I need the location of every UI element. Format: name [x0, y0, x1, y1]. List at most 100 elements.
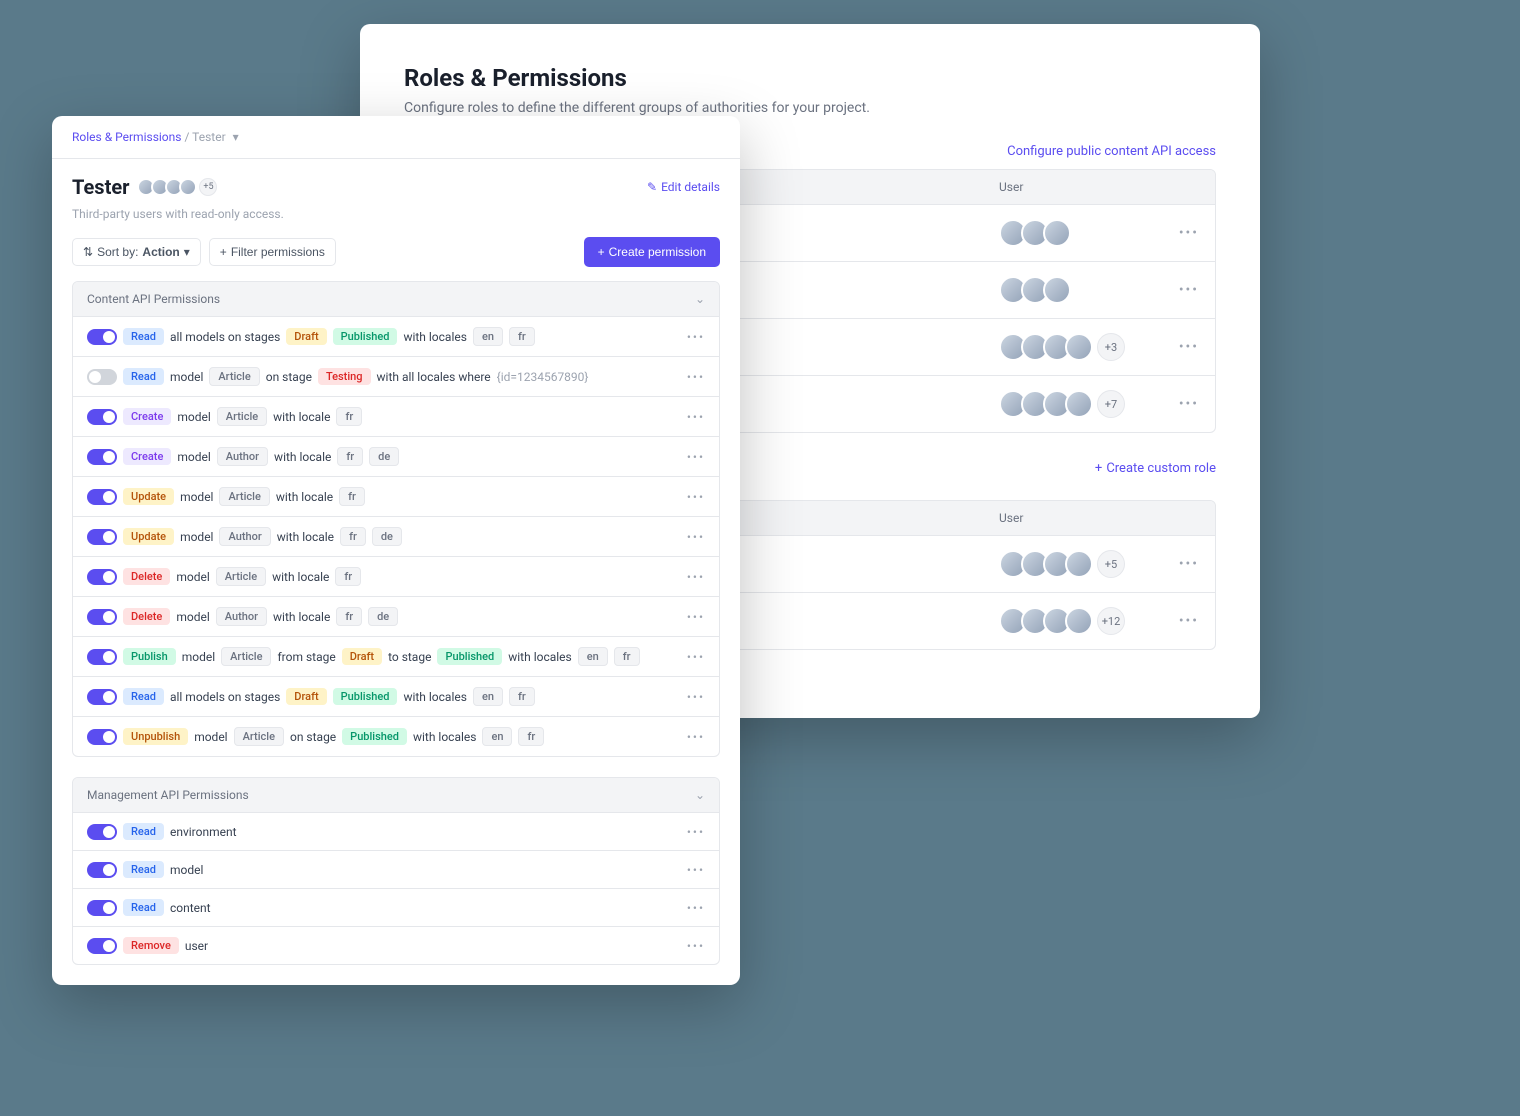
locale-tag: fr: [335, 567, 361, 586]
plus-icon: [1095, 461, 1106, 476]
locale-tag: fr: [340, 527, 366, 546]
row-menu-button[interactable]: •••: [687, 650, 705, 664]
row-menu-button[interactable]: •••: [687, 570, 705, 584]
stage-tag: Draft: [342, 648, 382, 665]
row-menu-button[interactable]: •••: [687, 730, 705, 744]
action-tag: Create: [123, 408, 171, 425]
permission-toggle[interactable]: [87, 449, 117, 465]
avatar-overflow-count: +7: [1097, 390, 1125, 418]
locale-tag: de: [368, 607, 398, 626]
permission-toggle[interactable]: [87, 489, 117, 505]
role-description: Third-party users with read-only access.: [52, 207, 740, 237]
row-menu-button[interactable]: •••: [687, 863, 705, 877]
permission-toggle[interactable]: [87, 609, 117, 625]
permission-toggle[interactable]: [87, 369, 117, 385]
row-menu-button[interactable]: •••: [687, 490, 705, 504]
sort-button[interactable]: ⇅ Sort by: Action ▾: [72, 238, 201, 266]
permission-toggle[interactable]: [87, 569, 117, 585]
stage-tag: Testing: [318, 368, 371, 385]
permission-toggle[interactable]: [87, 649, 117, 665]
permission-toggle[interactable]: [87, 729, 117, 745]
row-menu-button[interactable]: •••: [687, 610, 705, 624]
section-header[interactable]: Management API Permissions ⌄: [73, 778, 719, 812]
label: all models on stages: [170, 330, 280, 344]
row-menu-button[interactable]: •••: [1179, 282, 1199, 298]
label: model: [194, 730, 227, 744]
chevron-down-icon: ⌄: [695, 788, 705, 802]
permission-row: UpdatemodelAuthorwith localefrde•••: [73, 516, 719, 556]
permission-toggle[interactable]: [87, 824, 117, 840]
plus-icon: +: [220, 245, 227, 259]
permission-toggle[interactable]: [87, 529, 117, 545]
label: on stage: [266, 370, 312, 384]
row-menu-button[interactable]: •••: [687, 410, 705, 424]
chevron-down-icon[interactable]: ▾: [233, 130, 239, 144]
column-user: User: [999, 180, 1199, 194]
section-header[interactable]: Content API Permissions ⌄: [73, 282, 719, 316]
label: with locale: [273, 410, 330, 424]
label: model: [177, 410, 210, 424]
permission-toggle[interactable]: [87, 862, 117, 878]
label: with locale: [273, 610, 330, 624]
locale-tag: fr: [339, 487, 365, 506]
label: model: [170, 370, 203, 384]
edit-details-link[interactable]: Edit details: [647, 180, 720, 194]
label: with locales: [403, 330, 467, 344]
row-menu-button[interactable]: •••: [687, 370, 705, 384]
filter-button[interactable]: + Filter permissions: [209, 238, 336, 266]
locale-tag: fr: [509, 327, 535, 346]
permission-toggle[interactable]: [87, 938, 117, 954]
model-tag: Author: [219, 527, 270, 546]
permission-row: Readcontent•••: [73, 888, 719, 926]
action-tag: Unpublish: [123, 728, 188, 745]
breadcrumb-root[interactable]: Roles & Permissions: [72, 130, 181, 144]
permission-toggle[interactable]: [87, 689, 117, 705]
locale-tag: fr: [509, 687, 535, 706]
avatar: [1065, 390, 1093, 418]
row-menu-button[interactable]: •••: [687, 530, 705, 544]
action-tag: Read: [123, 823, 164, 840]
label: on stage: [290, 730, 336, 744]
action-tag: Create: [123, 448, 171, 465]
label: model: [180, 530, 213, 544]
locale-tag: en: [482, 727, 512, 746]
row-menu-button[interactable]: •••: [687, 939, 705, 953]
label: with locale: [276, 490, 333, 504]
label: with all locales where: [377, 370, 491, 384]
avatar: [179, 178, 197, 196]
label: with locales: [413, 730, 477, 744]
plus-icon: +: [598, 245, 605, 259]
row-menu-button[interactable]: •••: [687, 825, 705, 839]
target-label: content: [170, 901, 211, 915]
row-menu-button[interactable]: •••: [687, 330, 705, 344]
configure-public-api-link[interactable]: Configure public content API access: [1007, 144, 1216, 159]
permission-toggle[interactable]: [87, 900, 117, 916]
breadcrumb-current: Tester: [192, 130, 226, 144]
locale-tag: fr: [336, 407, 362, 426]
create-permission-button[interactable]: + Create permission: [584, 237, 720, 267]
row-menu-button[interactable]: •••: [1179, 613, 1199, 629]
row-menu-button[interactable]: •••: [1179, 396, 1199, 412]
model-tag: Author: [217, 447, 268, 466]
model-tag: Article: [234, 727, 284, 746]
row-menu-button[interactable]: •••: [687, 450, 705, 464]
action-tag: Update: [123, 528, 174, 545]
row-menu-button[interactable]: •••: [1179, 339, 1199, 355]
row-menu-button[interactable]: •••: [687, 690, 705, 704]
action-tag: Publish: [123, 648, 176, 665]
action-tag: Remove: [123, 937, 179, 954]
label: from stage: [277, 650, 335, 664]
row-menu-button[interactable]: •••: [1179, 225, 1199, 241]
permission-toggle[interactable]: [87, 329, 117, 345]
locale-tag: fr: [614, 647, 640, 666]
row-menu-button[interactable]: •••: [687, 901, 705, 915]
label: model: [182, 650, 215, 664]
locale-tag: en: [578, 647, 608, 666]
row-menu-button[interactable]: •••: [1179, 556, 1199, 572]
stage-tag: Published: [342, 728, 407, 745]
pencil-icon: [647, 180, 661, 194]
permission-row: DeletemodelAuthorwith localefrde•••: [73, 596, 719, 636]
label: model: [176, 570, 209, 584]
permission-toggle[interactable]: [87, 409, 117, 425]
role-detail-card: Roles & Permissions / Tester ▾ Tester +5…: [52, 116, 740, 985]
